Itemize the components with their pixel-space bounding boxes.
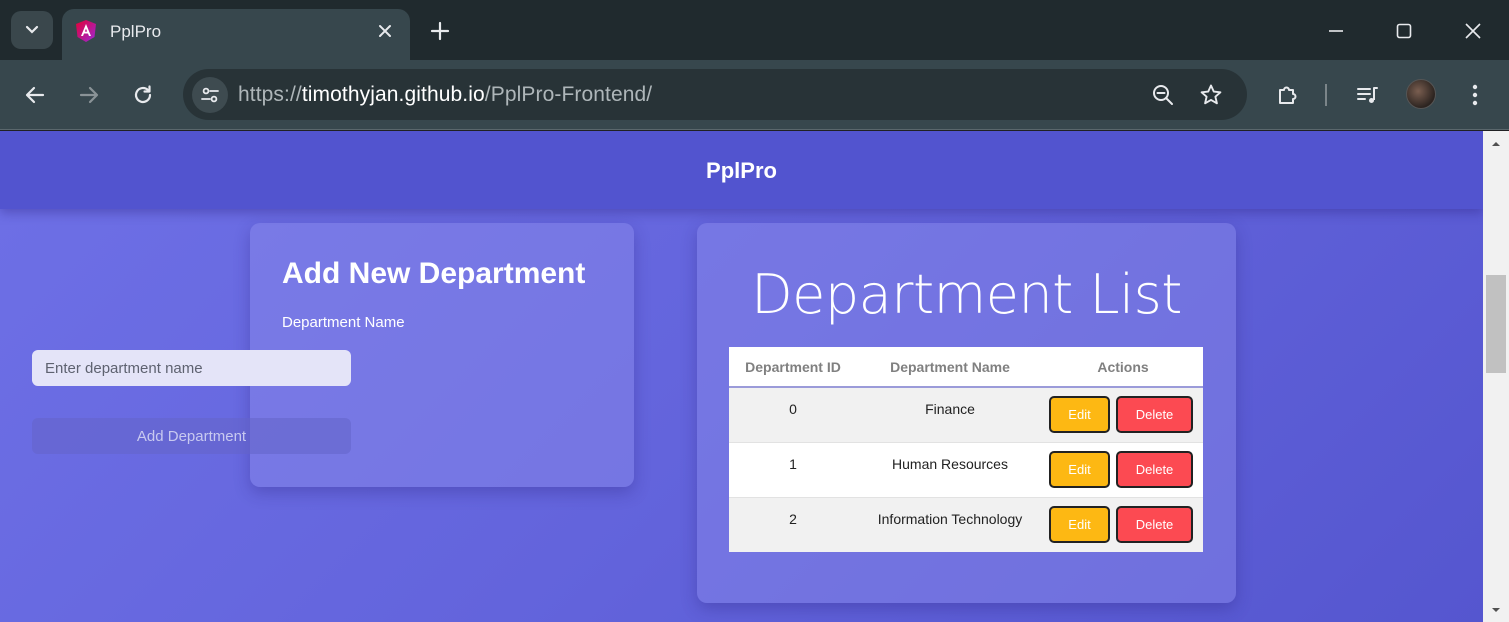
department-list-heading: Department List: [751, 263, 1182, 326]
site-info-button[interactable]: [192, 77, 228, 113]
profile-avatar[interactable]: [1406, 79, 1436, 109]
department-id-cell: 1: [729, 441, 857, 497]
department-name-input[interactable]: [32, 350, 351, 386]
plus-icon: [430, 21, 450, 41]
department-table: Department ID Department Name Actions 0 …: [729, 347, 1203, 552]
department-id-cell: 0: [729, 387, 857, 442]
browser-tabstrip: PplPro: [0, 0, 1509, 60]
more-vertical-icon: [1472, 84, 1478, 106]
maximize-icon: [1396, 23, 1412, 39]
table-row: 0 Finance Edit Delete: [729, 387, 1203, 442]
url-path: /PplPro-Frontend/: [484, 83, 653, 106]
angular-favicon-icon: [76, 20, 96, 42]
app-title: PplPro: [706, 158, 777, 183]
department-name-cell: Finance: [857, 387, 1043, 442]
tune-icon: [201, 87, 219, 103]
forward-button[interactable]: [73, 79, 105, 111]
browser-toolbar: https://timothyjan.github.io/PplPro-Fron…: [0, 60, 1509, 130]
tab-title: PplPro: [110, 22, 162, 41]
add-department-heading: Add New Department: [282, 257, 586, 290]
actions-cell: Edit Delete: [1043, 387, 1203, 442]
zoom-out-icon: [1153, 85, 1173, 105]
bookmark-button[interactable]: [1196, 80, 1226, 110]
page-viewport: PplPro Add New Department Department Nam…: [0, 131, 1483, 622]
delete-button[interactable]: Delete: [1116, 450, 1193, 488]
toolbar-separator: [1325, 84, 1327, 106]
url-scheme: https://: [238, 83, 302, 106]
department-list-card: Department List Department ID Department…: [697, 223, 1236, 603]
tab-close-button[interactable]: [374, 20, 396, 42]
app-header: PplPro: [0, 131, 1483, 209]
minimize-window-button[interactable]: [1319, 14, 1353, 48]
table-row: 1 Human Resources Edit Delete: [729, 441, 1203, 497]
page-scrollbar[interactable]: [1483, 131, 1509, 622]
back-button[interactable]: [19, 79, 51, 111]
browser-tab-active[interactable]: PplPro: [62, 9, 410, 60]
actions-cell: Edit Delete: [1043, 496, 1203, 552]
arrow-left-icon: [25, 86, 45, 104]
department-name-label: Department Name: [282, 314, 405, 331]
edit-button[interactable]: Edit: [1049, 450, 1110, 488]
add-department-button[interactable]: Add Department: [32, 418, 351, 454]
media-controls-button[interactable]: [1351, 79, 1383, 111]
edit-button[interactable]: Edit: [1049, 396, 1110, 433]
column-header-actions: Actions: [1043, 347, 1203, 388]
arrow-right-icon: [79, 86, 99, 104]
department-id-cell: 2: [729, 496, 857, 552]
delete-button[interactable]: Delete: [1116, 396, 1193, 433]
reload-button[interactable]: [127, 79, 159, 111]
column-header-id: Department ID: [729, 347, 857, 388]
department-name-cell: Human Resources: [857, 441, 1043, 497]
extensions-button[interactable]: [1272, 79, 1304, 111]
new-tab-button[interactable]: [427, 18, 453, 44]
reload-icon: [134, 85, 152, 104]
chevron-down-icon: [25, 25, 39, 34]
maximize-window-button[interactable]: [1387, 14, 1421, 48]
delete-button[interactable]: Delete: [1116, 505, 1193, 543]
scroll-up-arrow-icon[interactable]: [1491, 139, 1501, 149]
star-icon: [1200, 84, 1222, 105]
table-row: 2 Information Technology Edit Delete: [729, 496, 1203, 552]
browser-menu-button[interactable]: [1459, 79, 1491, 111]
close-window-button[interactable]: [1456, 14, 1490, 48]
close-icon: [1465, 23, 1481, 39]
url-host: timothyjan.github.io: [301, 83, 485, 106]
zoom-button[interactable]: [1148, 80, 1178, 110]
edit-button[interactable]: Edit: [1049, 505, 1110, 543]
address-bar[interactable]: https://timothyjan.github.io/PplPro-Fron…: [183, 69, 1247, 120]
scrollbar-thumb[interactable]: [1486, 275, 1506, 373]
department-name-cell: Information Technology: [857, 496, 1043, 552]
url-text[interactable]: https://timothyjan.github.io/PplPro-Fron…: [238, 83, 652, 107]
playlist-music-icon: [1357, 87, 1378, 103]
tab-search-button[interactable]: [11, 11, 53, 49]
actions-cell: Edit Delete: [1043, 441, 1203, 497]
close-icon: [379, 25, 391, 37]
table-header-row: Department ID Department Name Actions: [729, 347, 1203, 388]
scroll-down-arrow-icon[interactable]: [1491, 605, 1501, 615]
minimize-icon: [1329, 30, 1343, 32]
column-header-name: Department Name: [857, 347, 1043, 388]
puzzle-icon: [1279, 86, 1297, 104]
